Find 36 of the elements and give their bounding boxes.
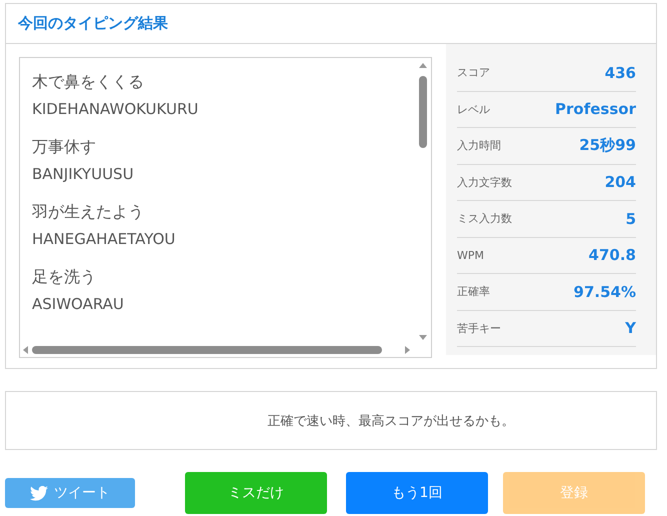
stat-label: 入力時間 (457, 138, 501, 154)
scroll-up-icon[interactable] (419, 62, 427, 70)
horizontal-scrollbar-thumb[interactable] (32, 346, 382, 354)
panel-title: 今回のタイピング結果 (18, 14, 168, 33)
stat-value: 436 (604, 64, 636, 82)
word-text: 足を洗う (32, 266, 97, 288)
word-romaji: ASIWOARAU (32, 294, 125, 315)
tweet-button[interactable]: ツイート (5, 478, 135, 508)
stat-value: 25秒99 (579, 136, 636, 156)
word-text: 羽が生えたよう (32, 201, 145, 223)
stat-label: 苦手キー (457, 320, 501, 336)
action-button[interactable]: ミスだけ (185, 472, 327, 514)
stat-label: スコア (457, 65, 490, 80)
action-button[interactable]: もう1回 (346, 472, 488, 514)
word-romaji: BANJIKYUUSU (32, 164, 135, 185)
word-romaji: KIDEHANAWOKUKURU (32, 99, 200, 120)
stat-value: 97.54% (574, 282, 636, 301)
stat-label: WPM (457, 248, 484, 262)
stat-label: ミス入力数 (457, 211, 512, 226)
stat-label: 入力文字数 (457, 174, 512, 190)
vertical-scrollbar-thumb[interactable] (419, 76, 427, 148)
stat-label: レベル (457, 102, 490, 117)
word-text: 万事休す (32, 136, 97, 158)
stat-value: 204 (604, 173, 636, 192)
stat-value: 470.8 (588, 246, 636, 264)
scroll-left-icon[interactable] (22, 346, 30, 354)
stat-label: 正確率 (457, 284, 490, 300)
stat-value: Professor (555, 100, 636, 118)
bird-icon (30, 486, 48, 500)
scroll-right-icon[interactable] (403, 346, 411, 354)
hint-text: 正確で速い時、最高スコアが出せるかも。 (268, 412, 514, 430)
stat-value: Y (625, 319, 636, 338)
word-romaji: HANEGAHAETAYOU (32, 229, 176, 250)
word-text: 木で鼻をくくる (32, 71, 145, 93)
scroll-down-icon[interactable] (419, 333, 427, 341)
stat-value: 5 (626, 210, 636, 228)
